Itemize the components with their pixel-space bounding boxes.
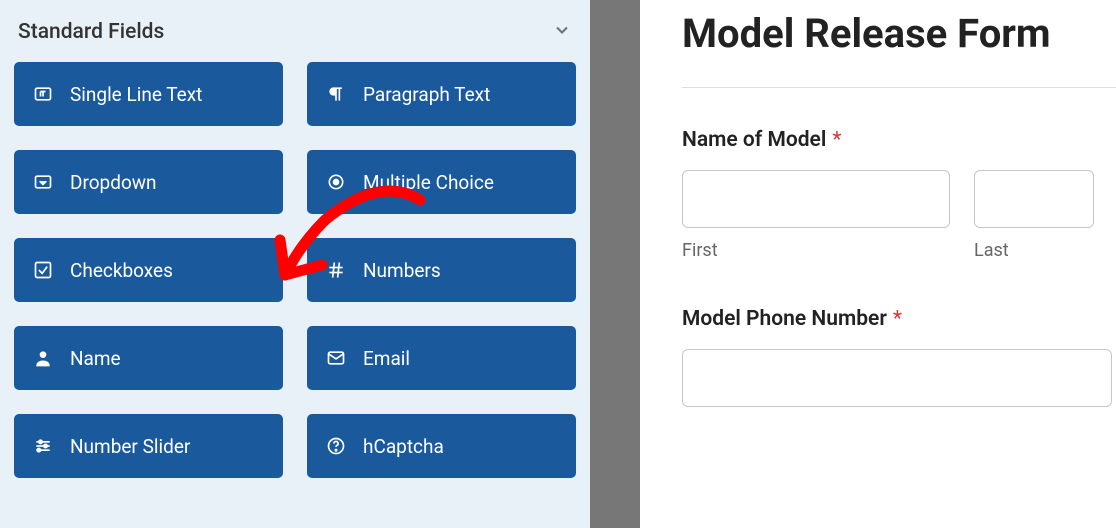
radio-icon xyxy=(325,171,347,193)
paragraph-icon xyxy=(325,83,347,105)
required-asterisk: * xyxy=(893,307,902,331)
field-multiple-choice[interactable]: Multiple Choice xyxy=(307,150,576,214)
field-name[interactable]: Name xyxy=(14,326,283,390)
required-asterisk: * xyxy=(832,128,841,152)
checkbox-icon xyxy=(32,259,54,281)
sidebar-header[interactable]: Standard Fields xyxy=(14,14,576,62)
last-name-sublabel: Last xyxy=(974,240,1094,261)
field-label: Name xyxy=(70,347,121,370)
field-label: hCaptcha xyxy=(363,435,444,458)
field-label: Dropdown xyxy=(70,171,157,194)
text-icon xyxy=(32,83,54,105)
field-numbers[interactable]: Numbers xyxy=(307,238,576,302)
chevron-down-icon xyxy=(552,20,572,44)
dropdown-icon xyxy=(32,171,54,193)
field-label: Numbers xyxy=(363,259,441,282)
question-icon xyxy=(325,435,347,457)
name-row: First Last xyxy=(682,170,1116,261)
fields-sidebar: Standard Fields Single Line Text Paragra… xyxy=(0,0,590,528)
envelope-icon xyxy=(325,347,347,369)
title-divider xyxy=(682,87,1116,88)
field-dropdown[interactable]: Dropdown xyxy=(14,150,283,214)
slider-icon xyxy=(32,435,54,457)
hash-icon xyxy=(325,259,347,281)
field-label: Number Slider xyxy=(70,435,190,458)
field-single-line-text[interactable]: Single Line Text xyxy=(14,62,283,126)
first-name-input[interactable] xyxy=(682,170,950,228)
person-icon xyxy=(32,347,54,369)
name-field-label: Name of Model* xyxy=(682,128,1116,152)
form-title: Model Release Form xyxy=(682,10,1116,57)
phone-input[interactable] xyxy=(682,349,1112,407)
field-grid: Single Line Text Paragraph Text Dropdown… xyxy=(14,62,576,478)
phone-field-label: Model Phone Number* xyxy=(682,307,1116,331)
field-hcaptcha[interactable]: hCaptcha xyxy=(307,414,576,478)
panel-divider xyxy=(590,0,640,528)
field-number-slider[interactable]: Number Slider xyxy=(14,414,283,478)
form-preview: Model Release Form Name of Model* First … xyxy=(640,0,1116,528)
field-paragraph-text[interactable]: Paragraph Text xyxy=(307,62,576,126)
field-label: Checkboxes xyxy=(70,259,173,282)
field-label: Multiple Choice xyxy=(363,171,494,194)
field-label: Email xyxy=(363,347,410,370)
field-label: Single Line Text xyxy=(70,83,202,106)
last-name-input[interactable] xyxy=(974,170,1094,228)
sidebar-title: Standard Fields xyxy=(18,20,164,44)
first-name-sublabel: First xyxy=(682,240,950,261)
field-label: Paragraph Text xyxy=(363,83,490,106)
field-checkboxes[interactable]: Checkboxes xyxy=(14,238,283,302)
field-email[interactable]: Email xyxy=(307,326,576,390)
